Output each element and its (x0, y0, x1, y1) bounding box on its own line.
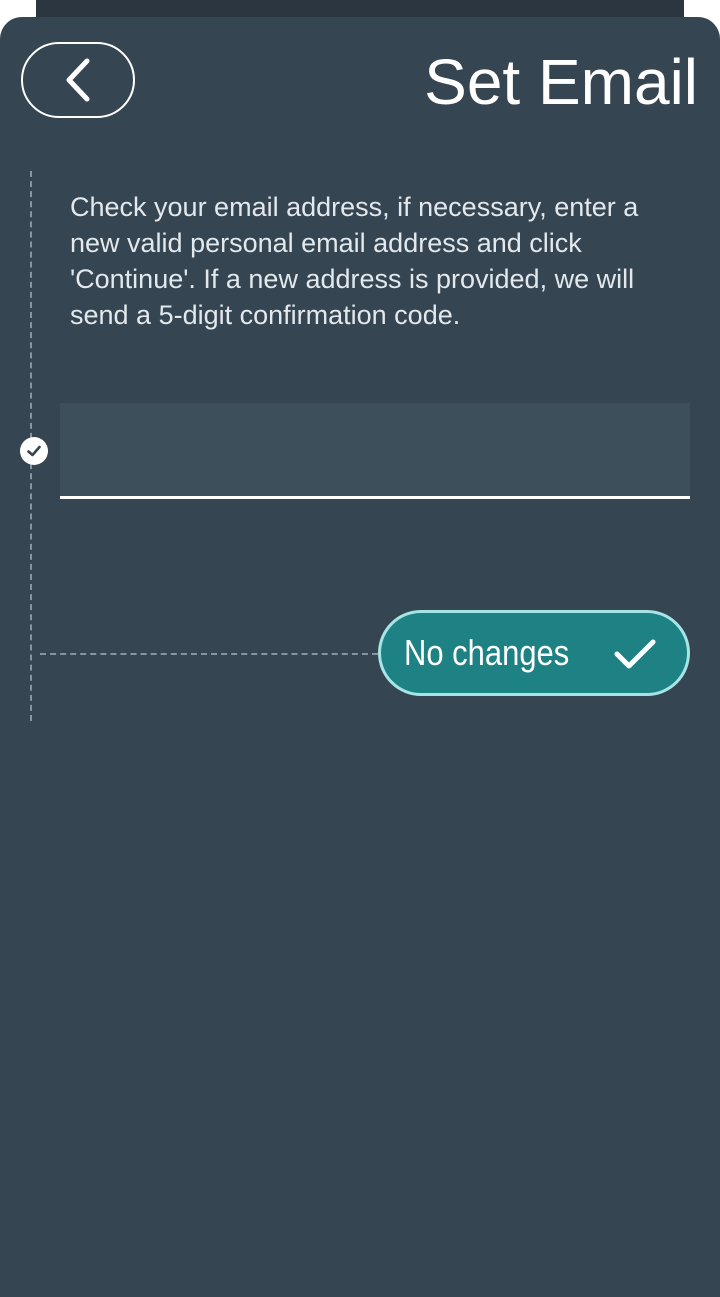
checkmark-icon (614, 639, 656, 669)
instruction-text: Check your email address, if necessary, … (70, 192, 639, 330)
back-button[interactable] (21, 42, 135, 118)
no-changes-button[interactable]: No changes (378, 610, 690, 696)
no-changes-label: No changes (404, 632, 570, 673)
page-title: Set Email (424, 46, 698, 118)
check-circle-icon (20, 437, 48, 465)
chevron-left-icon (66, 58, 90, 102)
step-connector-line (40, 653, 378, 655)
set-email-sheet: Set Email Check your email address, if n… (0, 17, 720, 1297)
email-input[interactable] (60, 403, 690, 499)
